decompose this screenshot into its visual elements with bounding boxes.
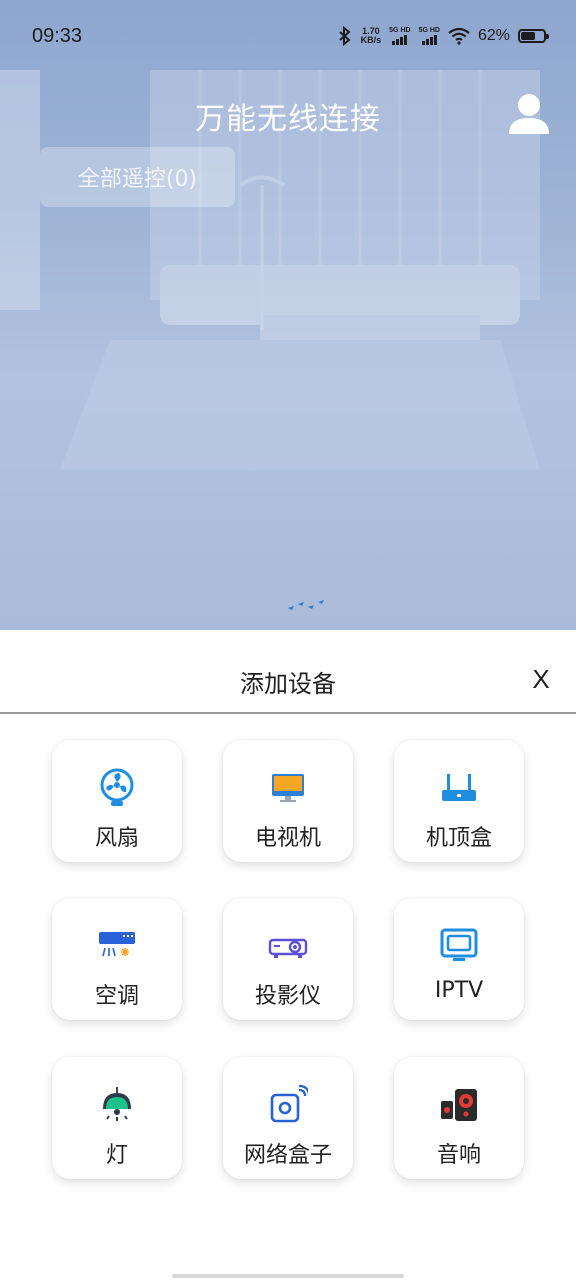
device-card-fan[interactable]: 风扇 xyxy=(52,740,182,862)
device-card-tv[interactable]: 电视机 xyxy=(223,740,353,862)
close-button[interactable]: X xyxy=(526,664,556,694)
device-card-speaker[interactable]: 音响 xyxy=(394,1057,524,1179)
battery-percent: 62% xyxy=(477,27,510,44)
home-indicator[interactable] xyxy=(172,1274,404,1278)
birds-decoration xyxy=(288,600,324,610)
device-card-air-conditioner[interactable]: 空调 xyxy=(52,898,182,1020)
bluetooth-icon xyxy=(338,26,351,46)
status-time: 09:33 xyxy=(32,24,83,47)
add-device-sheet: 添加设备 X 风扇 电视机 机顶盒 空调 投影仪 IPTV 灯 网络盒子 音响 xyxy=(0,630,576,1280)
network-speed-unit: KB/s xyxy=(360,35,382,45)
device-label: 电视机 xyxy=(254,826,321,851)
wifi-icon xyxy=(448,27,470,45)
device-label: 灯 xyxy=(105,1143,128,1168)
battery-fill xyxy=(521,32,535,40)
user-profile-icon[interactable] xyxy=(506,90,552,136)
all-remotes-button[interactable]: 全部遥控(0) xyxy=(40,147,235,207)
device-label: IPTV xyxy=(434,978,484,1003)
device-label: 音响 xyxy=(436,1143,481,1168)
air-conditioner-icon xyxy=(99,932,135,957)
status-bar: 09:33 1.70 KB/s 5G HD 5G HD 62% xyxy=(0,0,576,72)
device-card-set-top-box[interactable]: 机顶盒 xyxy=(394,740,524,862)
lamp-icon xyxy=(103,1087,131,1121)
device-card-projector[interactable]: 投影仪 xyxy=(223,898,353,1020)
battery-icon xyxy=(518,29,549,43)
device-label: 空调 xyxy=(94,984,139,1009)
iptv-icon xyxy=(440,928,478,961)
device-label: 投影仪 xyxy=(254,984,321,1009)
device-card-network-box[interactable]: 网络盒子 xyxy=(223,1057,353,1179)
status-icons: 1.70 KB/s 5G HD 5G HD 62% xyxy=(337,26,549,46)
sim2-label: 5G HD xyxy=(418,27,440,34)
app-title: 万能无线连接 xyxy=(195,102,381,137)
set-top-box-icon xyxy=(442,774,476,801)
device-label: 风扇 xyxy=(94,826,139,851)
device-label: 网络盒子 xyxy=(243,1143,332,1168)
signal-bars-icon xyxy=(392,35,408,45)
fan-icon xyxy=(100,768,134,806)
network-box-icon xyxy=(270,1085,308,1123)
projector-icon xyxy=(268,938,308,958)
device-card-iptv[interactable]: IPTV xyxy=(394,898,524,1020)
device-card-lamp[interactable]: 灯 xyxy=(52,1057,182,1179)
sheet-header: 添加设备 X xyxy=(0,630,576,714)
speaker-icon xyxy=(441,1089,477,1121)
sim2-signal: 5G HD xyxy=(419,27,440,45)
signal-bars-icon xyxy=(421,35,437,45)
sheet-title: 添加设备 xyxy=(240,670,336,698)
network-speed: 1.70 KB/s xyxy=(361,27,382,45)
device-label: 机顶盒 xyxy=(425,826,492,851)
sim1-label: 5G HD xyxy=(389,27,411,34)
tv-icon xyxy=(272,774,304,802)
sim1-signal: 5G HD xyxy=(389,27,411,45)
